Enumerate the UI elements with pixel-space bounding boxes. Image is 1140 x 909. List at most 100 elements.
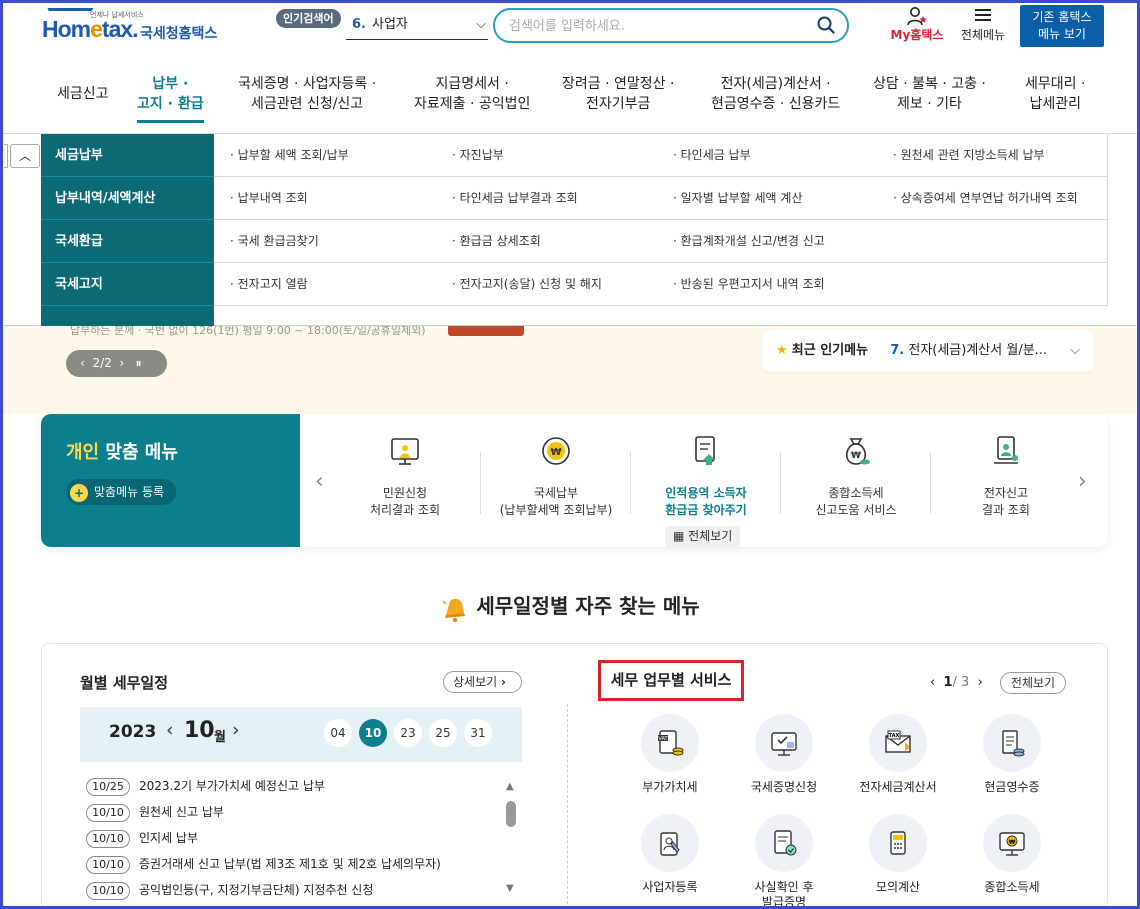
service-cash-receipt[interactable]: 현금영수증 xyxy=(957,714,1067,804)
next-icon[interactable]: › xyxy=(119,356,124,370)
banner-pager[interactable]: ‹ 2/2 › ⏸ xyxy=(66,350,167,377)
refund-doc-icon xyxy=(695,436,715,465)
personal-item-payment[interactable]: ₩ 국세납부 (납부할세액 조회납부) xyxy=(481,434,631,529)
schedule-event[interactable]: 10/10 공익법인등(구, 지정기부금단체) 지정추천 신청 xyxy=(86,880,373,900)
pause-icon[interactable]: ⏸ xyxy=(136,356,142,370)
collapse-button[interactable]: ︿ xyxy=(10,144,40,168)
scroll-thumb[interactable] xyxy=(506,801,516,827)
service-vat[interactable]: VAT 부가가치세 xyxy=(615,714,725,804)
personal-item-e-report[interactable]: 전자신고 결과 조회 xyxy=(931,434,1081,529)
prev-icon[interactable]: ‹ xyxy=(80,356,85,370)
my-hometax-label: My홈택스 xyxy=(890,28,944,42)
submenu-link[interactable]: 전자고지 열람 xyxy=(230,275,308,292)
user-icon xyxy=(907,7,927,26)
nav-payment[interactable]: 납부 · 고지 · 환급 xyxy=(137,74,204,123)
personal-item-refund[interactable]: 인적용역 소득자 환급금 찾아주기 xyxy=(631,434,781,529)
schedule-event[interactable]: 10/10 증권거래세 신고 납부(법 제3조 제1호 및 제2호 납세의무자) xyxy=(86,854,441,874)
day-chip[interactable]: 23 xyxy=(394,719,422,747)
submenu-right-border xyxy=(1107,134,1108,307)
chevron-down-icon: ⌵ xyxy=(1070,343,1080,358)
register-custom-menu-button[interactable]: + 맞춤메뉴 등록 xyxy=(66,479,177,505)
recent-popular-menu[interactable]: ★ 최근 인기메뉴 7. 전자(세금)계산서 월/분... ⌵ xyxy=(762,330,1094,372)
header: 언제나 납세서비스 Hometax. 국세청홈택스 인기검색어 6. 사업자 ⌵ … xyxy=(0,0,1140,60)
nav-agent[interactable]: 세무대리 · 납세관리 xyxy=(1025,74,1085,114)
next-icon[interactable]: › xyxy=(978,675,983,690)
old-menu-button[interactable]: 기존 홈택스 메뉴 보기 xyxy=(1020,5,1104,47)
submenu-row: 납부내역/세액계산 납부내역 조회 타인세금 납부결과 조회 일자별 납부할 세… xyxy=(41,177,1107,220)
hometax-logo[interactable]: 언제나 납세서비스 Hometax. 국세청홈택스 xyxy=(40,6,222,46)
scroll-down-icon[interactable]: ▼ xyxy=(506,883,514,894)
schedule-event[interactable]: 10/10 인지세 납부 xyxy=(86,828,198,848)
submenu-link[interactable]: 타인세금 납부결과 조회 xyxy=(452,189,578,206)
popular-search-rank: 6. xyxy=(352,17,366,32)
service-fact-confirm[interactable]: 사실확인 후 발급증명 xyxy=(729,814,839,909)
submenu-link[interactable]: 상속증여세 연부연납 허가내역 조회 xyxy=(893,189,1078,206)
service-income-tax[interactable]: ₩ 종합소득세 xyxy=(957,814,1067,904)
submenu-link[interactable]: 일자별 납부할 세액 계산 xyxy=(673,189,803,206)
scroll-up-icon[interactable]: ▲ xyxy=(506,781,514,792)
day-chip[interactable]: 31 xyxy=(464,719,492,747)
view-all-button[interactable]: ▦ 전체보기 xyxy=(665,526,741,547)
schedule-panel: 월별 세무일정 상세보기 › 2023 ‹ 10 월 › 04 10 23 25… xyxy=(41,643,1108,909)
recent-label: 최근 인기메뉴 xyxy=(791,343,869,358)
prev-arrow-icon[interactable]: ‹ xyxy=(315,469,324,494)
calendar-month-label: 월 xyxy=(214,730,226,745)
submenu-category[interactable]: 세금납부 xyxy=(41,134,214,177)
detail-view-button[interactable]: 상세보기 › xyxy=(443,671,522,693)
submenu-link[interactable]: 환급금 상세조회 xyxy=(452,232,541,249)
fact-confirm-icon xyxy=(774,830,797,856)
prev-month-icon[interactable]: ‹ xyxy=(166,719,174,741)
service-pager: ‹ 1/ 3 › xyxy=(930,675,983,690)
nav-statement[interactable]: 지급명세서 · 자료제출 · 공익법인 xyxy=(414,74,530,114)
my-hometax-button[interactable]: My홈택스 xyxy=(886,6,948,46)
personal-menu: 개인 맞춤 메뉴 + 맞춤메뉴 등록 ‹ › 민원신청 처리결과 조회 ₩ 국세납부… xyxy=(41,414,1108,547)
nav-tax-report[interactable]: 세금신고 xyxy=(57,84,109,104)
search-box xyxy=(493,8,849,43)
submenu-link[interactable]: 환급계좌개설 신고/변경 신고 xyxy=(673,232,825,249)
submenu-link[interactable]: 국세 환급금찾기 xyxy=(230,232,319,249)
service-mock-calculation[interactable]: 모의계산 xyxy=(843,814,953,904)
nav-incentive[interactable]: 장려금 · 연말정산 · 전자기부금 xyxy=(562,74,674,114)
schedule-event[interactable]: 10/25 2023.2기 부가가치세 예정신고 납부 xyxy=(86,776,325,796)
popular-search-select[interactable]: 6. 사업자 ⌵ xyxy=(346,12,488,40)
day-chip[interactable]: 25 xyxy=(429,719,457,747)
service-business-registration[interactable]: 사업자등록 xyxy=(615,814,725,904)
next-month-icon[interactable]: › xyxy=(232,719,240,741)
submenu-link[interactable]: 원천세 관련 지방소득세 납부 xyxy=(893,146,1045,163)
chevron-up-icon: ︿ xyxy=(18,149,31,163)
event-scrollbar[interactable]: ▲ ▼ xyxy=(505,779,517,899)
service-title: 세무 업무별 서비스 xyxy=(598,660,744,701)
schedule-event[interactable]: 10/10 원천세 신고 납부 xyxy=(86,802,224,822)
calculator-icon xyxy=(890,831,906,855)
search-input[interactable] xyxy=(509,17,799,35)
service-view-all-button[interactable]: 전체보기 xyxy=(1000,672,1066,694)
hamburger-icon xyxy=(975,9,991,21)
personal-item-income-tax[interactable]: ₩ 종합소득세 신고도움 서비스 xyxy=(781,434,931,529)
submenu-category[interactable]: 국세환급 xyxy=(41,220,214,263)
service-e-tax-invoice[interactable]: TAX 전자세금계산서 xyxy=(843,714,953,804)
submenu-link[interactable]: 자진납부 xyxy=(452,146,504,163)
nav-e-invoice[interactable]: 전자(세금)계산서 · 현금영수증 · 신용카드 xyxy=(711,74,840,114)
submenu-link[interactable]: 납부할 세액 조회/납부 xyxy=(230,146,349,163)
day-chip[interactable]: 04 xyxy=(324,719,352,747)
prev-icon[interactable]: ‹ xyxy=(930,675,935,690)
won-coin-icon: ₩ xyxy=(542,437,570,465)
receipt-icon xyxy=(1002,730,1025,757)
day-chip-selected[interactable]: 10 xyxy=(359,719,387,747)
banner-area: 납부하는 분께 · 국번 없이 126(1번) 평일 9:00 ~ 18:00(… xyxy=(0,320,1140,414)
service-certificate[interactable]: 국세증명신청 xyxy=(729,714,839,804)
all-menu-button[interactable]: 전체메뉴 xyxy=(955,6,1011,46)
nav-consult[interactable]: 상담 · 불복 · 고충 · 제보 · 기타 xyxy=(873,74,986,114)
nav-certificate[interactable]: 국세증명 · 사업자등록 · 세금관련 신청/신고 xyxy=(238,74,376,114)
search-icon[interactable] xyxy=(817,16,835,34)
personal-item-civil[interactable]: 민원신청 처리결과 조회 xyxy=(330,434,480,529)
submenu-row: 국세환급 국세 환급금찾기 환급금 상세조회 환급계좌개설 신고/변경 신고 xyxy=(41,220,1107,263)
submenu-category[interactable]: 납부내역/세액계산 xyxy=(41,177,214,220)
submenu-link[interactable]: 전자고지(송달) 신청 및 해지 xyxy=(452,275,602,292)
monthly-schedule-title: 월별 세무일정 xyxy=(80,674,169,692)
submenu-link[interactable]: 타인세금 납부 xyxy=(673,146,751,163)
submenu-link[interactable]: 납부내역 조회 xyxy=(230,189,308,206)
submenu-category[interactable]: 국세고지 xyxy=(41,263,214,306)
submenu-link[interactable]: 반송된 우편고지서 내역 조회 xyxy=(673,275,825,292)
submenu-row: 세금납부 납부할 세액 조회/납부 자진납부 타인세금 납부 원천세 관련 지방… xyxy=(41,134,1107,177)
